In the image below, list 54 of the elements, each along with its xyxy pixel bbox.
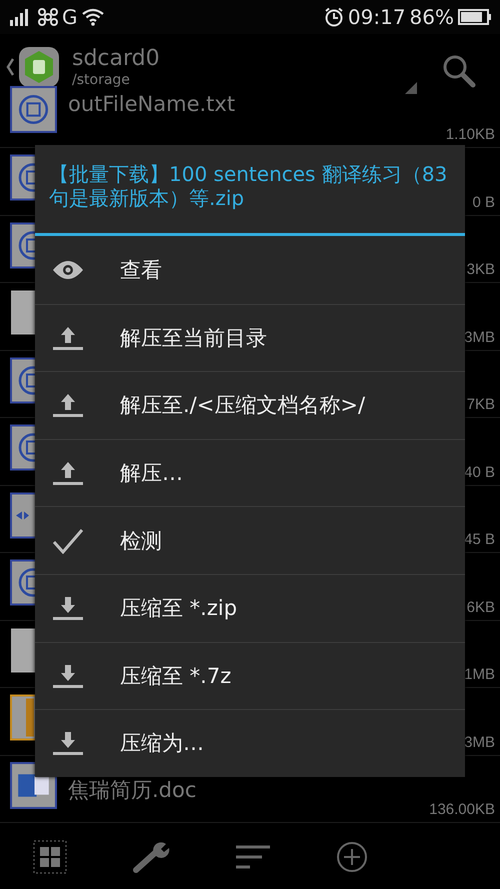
back-icon[interactable] — [6, 57, 14, 77]
download-icon — [52, 596, 84, 620]
dropdown-indicator-icon[interactable] — [405, 82, 417, 94]
file-size: 1.10KB — [446, 126, 495, 143]
upload-icon — [52, 326, 84, 350]
file-size: 3KB — [466, 261, 495, 278]
download-icon — [52, 731, 84, 756]
upload-icon — [52, 461, 84, 486]
file-thumbnail-icon — [10, 154, 35, 201]
archive-file-icon — [10, 694, 35, 741]
clock: 09:17 — [348, 5, 406, 29]
menu-item[interactable]: 解压至当前目录 — [35, 304, 465, 372]
xml-file-icon — [10, 492, 35, 538]
dialog-title: 【批量下载】100 sentences 翻译练习（83句是最新版本）等.zip — [35, 145, 465, 236]
file-size: 6KB — [466, 598, 495, 616]
menu-item[interactable]: 压缩至 *.zip — [35, 574, 465, 642]
wifi-icon — [82, 8, 104, 26]
file-size: 0 B — [472, 194, 495, 210]
menu-item[interactable]: 检测 — [35, 506, 465, 574]
grid-icon[interactable] — [32, 840, 66, 874]
download-icon — [52, 664, 84, 688]
upload-icon — [52, 393, 84, 418]
add-icon[interactable] — [336, 841, 368, 873]
file-thumbnail-icon — [10, 222, 35, 268]
file-name: outFileName.txt — [68, 92, 236, 116]
alarm-icon — [324, 7, 344, 27]
menu-item[interactable]: 解压至./<压缩文档名称>/ — [35, 371, 465, 439]
eye-icon — [52, 260, 84, 279]
file-thumbnail-icon — [10, 86, 57, 133]
battery-icon — [458, 8, 492, 26]
app-logo-icon[interactable] — [18, 46, 60, 88]
folder-title: sdcard0 — [72, 46, 160, 72]
menu-item[interactable]: 压缩为… — [35, 709, 465, 777]
file-size: 136.00KB — [429, 801, 495, 818]
file-size: 40 B — [464, 464, 495, 480]
check-icon — [52, 528, 84, 554]
battery-percent: 86% — [410, 5, 454, 29]
menu-item[interactable]: 压缩至 *.7z — [35, 642, 465, 710]
file-size: 3MB — [464, 734, 495, 750]
file-name: 焦瑞简历.doc — [68, 776, 196, 804]
network-icon — [38, 8, 58, 26]
file-thumbnail-icon — [10, 356, 35, 404]
file-thumbnail-icon — [10, 559, 35, 606]
wrench-icon[interactable] — [132, 840, 170, 874]
file-thumbnail-icon — [10, 424, 35, 471]
folder-path: /storage — [72, 72, 131, 88]
menu-item[interactable]: 解压… — [35, 438, 465, 506]
search-icon[interactable] — [442, 54, 476, 88]
file-size: 45 B — [464, 531, 495, 548]
menu-item[interactable]: 查看 — [35, 236, 465, 304]
network-type: G — [62, 5, 78, 29]
file-size: 7KB — [466, 396, 495, 413]
file-size: 1MB — [464, 666, 495, 683]
file-size: 3MB — [464, 328, 495, 346]
